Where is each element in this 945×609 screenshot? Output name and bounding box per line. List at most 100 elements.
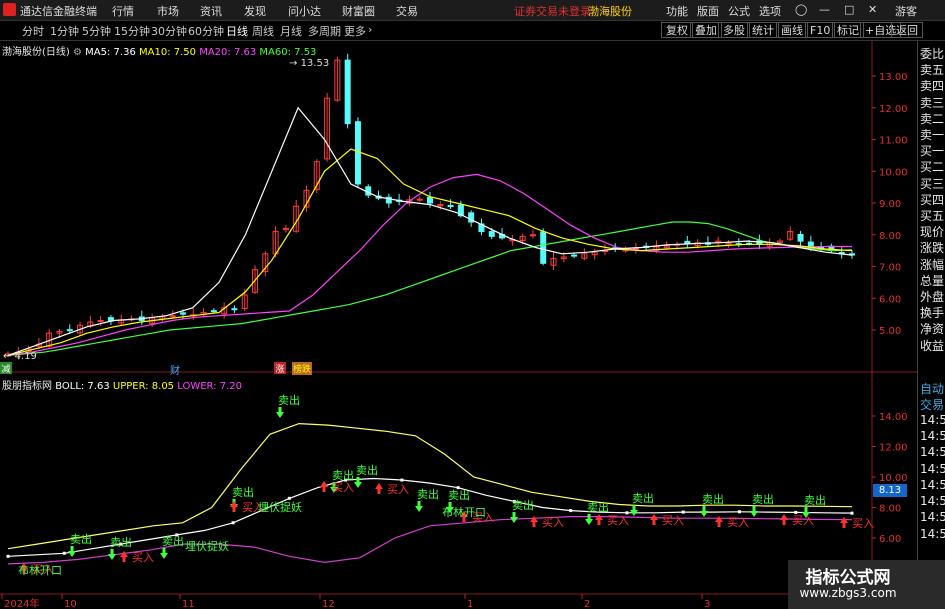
period-15min[interactable]: 15分钟: [114, 23, 150, 39]
sub-y-tick-label: 6.00: [879, 534, 901, 545]
menu-wealth-circle[interactable]: 财富圈: [342, 3, 375, 19]
toolbar-stats[interactable]: 统计: [747, 22, 779, 38]
menu-ask[interactable]: 问小达: [288, 3, 321, 19]
sell-signal-label: 卖出: [587, 500, 609, 514]
main-y-tick-label: 5.00: [879, 326, 901, 337]
sell-arrow-icon: [108, 549, 116, 560]
watermark-title: 指标公式网: [805, 568, 891, 588]
boll-dot: [231, 521, 235, 525]
buy-arrow-icon: [375, 483, 383, 494]
event-mark-top-list[interactable]: 榜跌: [292, 362, 313, 375]
buy-arrow-icon: [650, 514, 658, 525]
panel-label-6: 买一: [920, 144, 945, 159]
candle-body: [179, 312, 186, 315]
sell-arrow-icon: [510, 512, 518, 523]
minimize-icon[interactable]: —: [819, 3, 830, 16]
sell-signal-label: 卖出: [448, 488, 470, 502]
chart-area[interactable]: 5.00 6.00 7.00 8.00 9.00 10.00 11.00 12.00 13.00…: [0, 41, 917, 609]
event-mark-finance[interactable]: 财: [170, 362, 180, 377]
toolbar-draw-line[interactable]: 画线: [776, 22, 808, 38]
period-monthly[interactable]: 月线: [280, 23, 302, 39]
period-daily[interactable]: 日线: [226, 23, 248, 39]
x-tick-label: 2: [584, 599, 590, 609]
sub-chart-legend: 股朋指标网 BOLL: 7.63 UPPER: 8.05 LOWER: 7.20: [2, 377, 242, 392]
event-mark-reduce[interactable]: 减: [0, 362, 12, 375]
buy-arrow-icon: [595, 514, 603, 525]
toolbar-fuquan[interactable]: 复权: [661, 22, 693, 38]
menu-options[interactable]: 选项: [759, 3, 781, 19]
menu-quotes[interactable]: 行情: [112, 3, 134, 19]
period-60min[interactable]: 60分钟: [188, 23, 224, 39]
phone-icon[interactable]: ◯: [795, 3, 807, 16]
period-30min[interactable]: 30分钟: [151, 23, 187, 39]
main-y-tick-label: 8.00: [879, 231, 901, 242]
period-weekly[interactable]: 周线: [252, 23, 274, 39]
login-notice[interactable]: 证券交易未登录: [514, 3, 591, 19]
restore-icon[interactable]: □: [844, 3, 854, 16]
high-price-label: → 13.53: [289, 58, 330, 69]
main-chart-legend: 渤海股份(日线) ⚙ MA5: 7.36 MA10: 7.50 MA20: 7.…: [2, 43, 316, 58]
chevron-right-icon[interactable]: ›: [368, 23, 372, 36]
event-mark-limit-up[interactable]: 涨: [274, 362, 286, 375]
x-tick-label: 12: [322, 599, 335, 609]
toolbar-multi-stock[interactable]: 多股: [718, 22, 750, 38]
panel-bottom-0[interactable]: 自动: [920, 380, 944, 397]
candle-body: [354, 121, 361, 185]
sell-signal-label: 卖出: [162, 534, 184, 548]
menu-function[interactable]: 功能: [666, 3, 688, 19]
panel-label-13: 涨幅: [920, 257, 945, 272]
period-intraday[interactable]: 分时: [22, 23, 44, 39]
signal-markers: 卖出卖出卖出 卖出卖出 卖出卖出 卖出卖出 卖出 卖出 卖出卖出 卖出 卖出买入买入 买入买入 买入…: [18, 393, 874, 577]
main-y-tick-label: 10.00: [879, 167, 908, 178]
buy-arrow-icon: [840, 517, 848, 528]
buy-arrow-icon: [780, 514, 788, 525]
boll-open-label: 布林开口: [18, 563, 62, 577]
sell-arrow-icon: [415, 501, 423, 512]
ambush-label: 埋伏捉妖: [258, 500, 302, 514]
sub-y-tick-label: 12.00: [879, 443, 908, 454]
main-y-tick-label: 13.00: [879, 72, 908, 83]
app-logo-icon: [3, 3, 16, 16]
close-icon[interactable]: ✕: [868, 3, 877, 16]
menu-market[interactable]: 市场: [157, 3, 179, 19]
panel-label-0: 委比: [920, 47, 945, 61]
menu-formula[interactable]: 公式: [728, 3, 750, 19]
sub-chart-title: 股朋指标网: [2, 381, 52, 392]
settings-icon[interactable]: ⚙: [73, 47, 82, 58]
toolbar-f10[interactable]: F10: [805, 22, 836, 38]
sell-arrow-icon: [750, 506, 758, 517]
menu-trade[interactable]: 交易: [396, 3, 418, 19]
period-more[interactable]: 更多: [344, 23, 366, 39]
sell-arrow-icon: [700, 506, 708, 517]
panel-bottom-3: 14:5: [920, 428, 945, 443]
high-price-value: 13.53: [300, 58, 330, 69]
user-guest[interactable]: 游客: [895, 3, 917, 19]
candle-body: [416, 198, 423, 201]
x-tick-label: 10: [64, 599, 77, 609]
buy-arrow-icon: [230, 501, 238, 512]
toolbar-back[interactable]: 返回: [891, 22, 923, 38]
panel-bottom-2: 14:5: [920, 412, 945, 427]
ma10-line: [7, 148, 853, 356]
menu-layout[interactable]: 版面: [697, 3, 719, 19]
panel-label-4: 卖二: [920, 111, 945, 126]
ma10-label: MA10: 7.50: [139, 47, 197, 58]
panel-label-1: 卖五: [920, 63, 945, 78]
panel-label-16: 换手: [920, 306, 945, 321]
buy-signal-label: 买入: [727, 516, 749, 529]
panel-label-3: 卖三: [920, 95, 945, 110]
menu-discover[interactable]: 发现: [244, 3, 266, 19]
candle-body: [169, 315, 176, 318]
panel-bottom-1[interactable]: 交易: [920, 396, 944, 413]
period-5min[interactable]: 5分钟: [82, 23, 111, 39]
sell-arrow-icon: [630, 505, 638, 516]
period-1min[interactable]: 1分钟: [50, 23, 79, 39]
watermark-url: www.zbgs3.com: [799, 586, 897, 600]
x-tick-label: 3: [704, 599, 710, 609]
main-y-tick-label: 11.00: [879, 136, 908, 147]
candle-body: [97, 319, 104, 322]
period-multi[interactable]: 多周期: [308, 23, 341, 39]
candle-body: [488, 231, 495, 237]
main-y-tick-label: 6.00: [879, 294, 901, 305]
menu-news[interactable]: 资讯: [200, 3, 222, 19]
